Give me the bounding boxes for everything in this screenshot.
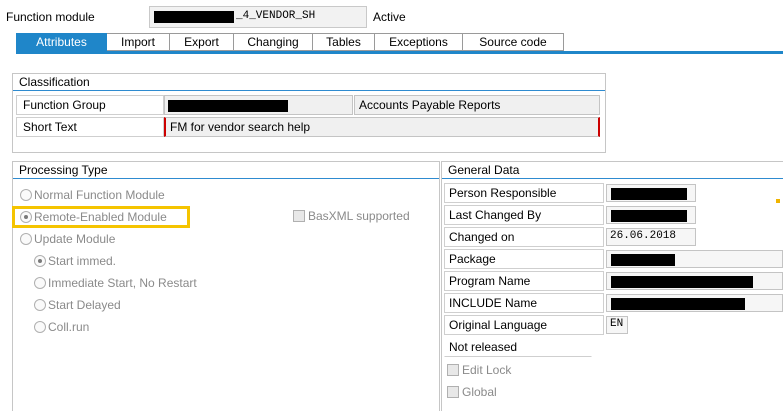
redacted-bar <box>154 11 234 23</box>
short-text-label: Short Text <box>16 117 164 137</box>
function-module-field[interactable]: _4_VENDOR_SH <box>149 6 367 28</box>
person-responsible-label: Person Responsible <box>444 183 604 203</box>
radio-button-selected-icon <box>34 255 46 267</box>
redacted-bar <box>611 298 745 310</box>
radio-button-icon <box>20 233 32 245</box>
include-name-field[interactable] <box>606 294 783 312</box>
program-name-field[interactable] <box>606 272 783 290</box>
redacted-bar <box>611 276 753 288</box>
redacted-bar <box>611 210 687 222</box>
radio-immediate-no-restart[interactable]: Immediate Start, No Restart <box>34 276 197 290</box>
radio-button-selected-icon <box>20 211 32 223</box>
radio-start-immed[interactable]: Start immed. <box>34 254 116 268</box>
radio-normal-function-module[interactable]: Normal Function Module <box>20 188 165 202</box>
package-label: Package <box>444 249 604 269</box>
checkbox-basxml[interactable]: BasXML supported <box>293 209 410 223</box>
redacted-bar <box>611 254 675 266</box>
function-module-label: Function module <box>6 10 95 24</box>
checkbox-global[interactable]: Global <box>447 385 497 399</box>
edge-marker <box>776 199 780 203</box>
release-status: Not released <box>444 337 592 357</box>
radio-button-icon <box>34 299 46 311</box>
redacted-bar <box>168 100 288 112</box>
tab-import[interactable]: Import <box>107 33 170 51</box>
tab-changing[interactable]: Changing <box>234 33 313 51</box>
tab-tables[interactable]: Tables <box>313 33 375 51</box>
edit-lock-label: Edit Lock <box>462 363 512 377</box>
checkbox-icon <box>447 386 459 398</box>
processing-type-title: Processing Type <box>13 162 439 179</box>
package-field[interactable] <box>606 250 783 268</box>
tab-strip: Attributes Import Export Changing Tables… <box>16 33 564 51</box>
radio-remote-enabled-module[interactable]: Remote-Enabled Module <box>20 210 167 224</box>
radio-button-icon <box>20 189 32 201</box>
radio-coll-run[interactable]: Coll.run <box>34 320 89 334</box>
tab-source-code[interactable]: Source code <box>463 33 564 51</box>
last-changed-by-field[interactable] <box>606 206 696 224</box>
radio-start-immed-label: Start immed. <box>48 254 117 268</box>
function-module-value: _4_VENDOR_SH <box>236 10 316 22</box>
tab-attributes[interactable]: Attributes <box>16 33 107 51</box>
person-responsible-field[interactable] <box>606 184 696 202</box>
tab-exceptions[interactable]: Exceptions <box>375 33 463 51</box>
radio-update-label: Update Module <box>34 232 116 246</box>
radio-remote-label: Remote-Enabled Module <box>34 210 167 224</box>
classification-title: Classification <box>13 74 605 91</box>
radio-button-icon <box>34 321 46 333</box>
program-name-label: Program Name <box>444 271 604 291</box>
redacted-bar <box>611 188 687 200</box>
original-language-field[interactable]: EN <box>606 316 628 334</box>
radio-coll-run-label: Coll.run <box>48 320 90 334</box>
changed-on-field[interactable]: 26.06.2018 <box>606 228 696 246</box>
radio-start-delayed-label: Start Delayed <box>48 298 121 312</box>
radio-update-module[interactable]: Update Module <box>20 232 115 246</box>
radio-normal-label: Normal Function Module <box>34 188 165 202</box>
radio-button-icon <box>34 277 46 289</box>
status-label: Active <box>373 10 406 24</box>
function-group-field[interactable] <box>164 95 353 115</box>
function-group-label: Function Group <box>16 95 164 115</box>
tab-underline <box>16 51 783 54</box>
last-changed-by-label: Last Changed By <box>444 205 604 225</box>
include-name-label: INCLUDE Name <box>444 293 604 313</box>
original-language-label: Original Language <box>444 315 604 335</box>
basxml-label: BasXML supported <box>308 209 410 223</box>
checkbox-icon <box>447 364 459 376</box>
radio-immediate-no-restart-label: Immediate Start, No Restart <box>48 276 197 290</box>
checkbox-edit-lock[interactable]: Edit Lock <box>447 363 511 377</box>
function-group-description: Accounts Payable Reports <box>354 95 600 115</box>
short-text-input[interactable]: FM for vendor search help <box>164 117 600 137</box>
radio-start-delayed[interactable]: Start Delayed <box>34 298 121 312</box>
checkbox-icon <box>293 210 305 222</box>
tab-export[interactable]: Export <box>170 33 234 51</box>
global-label: Global <box>462 385 497 399</box>
general-data-title: General Data <box>442 162 783 179</box>
changed-on-label: Changed on <box>444 227 604 247</box>
